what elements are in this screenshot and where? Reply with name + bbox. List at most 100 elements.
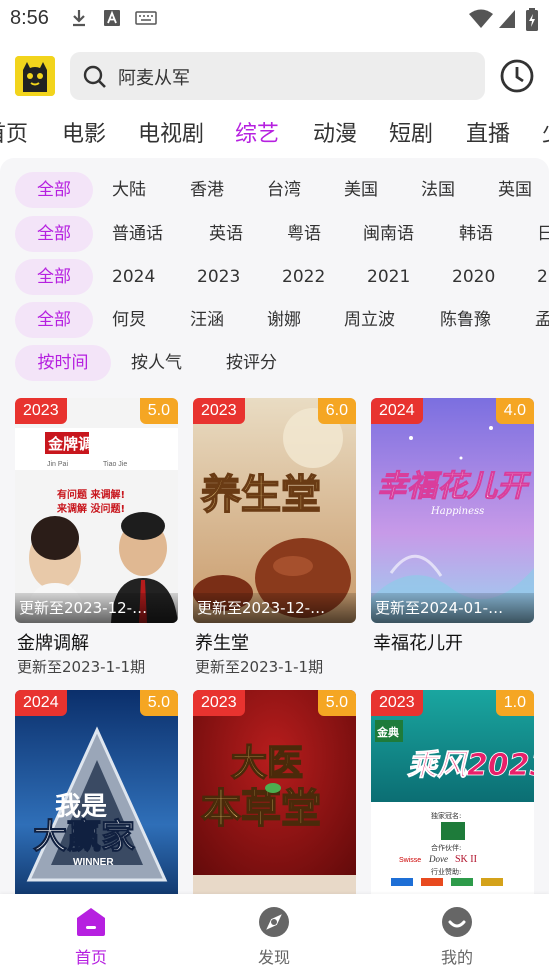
filter-language-item[interactable]: 粤语 [287,216,321,252]
filter-cast-item[interactable]: 何炅 [112,302,146,338]
filter-region-item[interactable]: 美国 [344,172,378,208]
filter-region-item[interactable]: 台湾 [267,172,301,208]
card-title: 金牌调解 [17,633,89,654]
nav-home[interactable]: 首页 [31,894,151,976]
poster-image[interactable]: 我是 大赢家 WINNER 2024 5.0 [15,690,178,894]
filter-row-sort: 按时间 按人气 按评分 [0,345,549,385]
filter-language-item[interactable]: 闽南语 [363,216,414,252]
poster-image[interactable]: 大医 本草堂 2023 5.0 [193,690,356,894]
search-input[interactable]: 阿麦从军 [70,52,485,100]
tab-short-drama[interactable]: 短剧 [389,116,433,148]
sort-by-time[interactable]: 按时间 [15,345,111,381]
filter-year-all[interactable]: 全部 [15,259,93,295]
filter-year-item[interactable]: 2022 [282,259,325,295]
poster-brand-art: 金典 [376,725,399,739]
filter-year-item[interactable]: 2 [537,259,548,295]
update-overlay: 更新至2023-12-… [193,593,356,623]
poster-art: 金牌调解 Jin Pai Tiao Jie 有问题 来调解! 来调解 没问题! [15,398,178,623]
filter-language-item[interactable]: 英语 [209,216,243,252]
sort-by-rating[interactable]: 按评分 [226,345,277,381]
filter-cast-item[interactable]: 陈鲁豫 [440,302,491,338]
poster-image[interactable]: 养生堂 2023 6.0 更新至2023-12-… [193,398,356,623]
poster-art: 我是 大赢家 WINNER [15,690,178,894]
nav-discover[interactable]: 发现 [214,894,334,976]
tab-anime[interactable]: 动漫 [313,116,357,148]
poster-title-art: 幸福花儿开 [377,469,532,504]
home-icon [77,908,105,936]
score-badge: 5.0 [139,690,178,716]
content-panel: 全部 大陆 香港 台湾 美国 法国 英国 日 全部 普通话 英语 粤语 闽南语 … [0,158,549,894]
filter-year-item[interactable]: 2024 [112,259,155,295]
card-title: 幸福花儿开 [373,633,463,654]
app-logo[interactable] [15,56,55,96]
poster-sponsor-sk: SK II [455,854,477,865]
bottom-nav: 首页 发现 我的 [0,894,549,976]
poster-subtitle-art: WINNER [73,857,114,868]
download-icon [73,10,85,27]
filter-region-item[interactable]: 大陆 [112,172,146,208]
filter-language-item[interactable]: 普通话 [112,216,163,252]
filter-region-all[interactable]: 全部 [15,172,93,208]
cat-logo-icon [15,56,55,96]
tab-movie[interactable]: 电影 [62,116,106,148]
poster-title-art: 本草堂 [201,785,321,832]
filter-language-item[interactable]: 日 [537,216,549,252]
poster-brand-red: 金牌调解 [47,435,108,453]
filter-row-cast: 全部 何炅 汪涵 谢娜 周立波 陈鲁豫 孟 [0,302,549,342]
filter-cast-item[interactable]: 谢娜 [267,302,301,338]
poster-title-art: 养生堂 [201,471,321,518]
nav-profile[interactable]: 我的 [397,894,517,976]
filter-cast-item[interactable]: 周立波 [344,302,395,338]
filter-language-all[interactable]: 全部 [15,216,93,252]
tab-live[interactable]: 直播 [466,116,510,148]
tab-more[interactable]: 少 [542,116,549,148]
poster-art: 金典 乘风2023 独家冠名: 合作伙伴: Swisse Dove SK II … [371,690,534,894]
tab-variety[interactable]: 综艺 [235,116,279,148]
poster-slogan2: 来调解 没问题! [56,502,125,515]
filter-year-item[interactable]: 2021 [367,259,410,295]
filter-cast-item[interactable]: 孟 [535,302,549,338]
history-icon[interactable] [498,57,536,95]
poster-art: 养生堂 [193,398,356,623]
poster-art: 幸福花儿开 Happiness [371,398,534,623]
poster-image[interactable]: 金典 乘风2023 独家冠名: 合作伙伴: Swisse Dove SK II … [371,690,534,894]
poster-brand-sub2: Tiao Jie [103,461,127,468]
poster-sponsor-dove: Dove [428,854,448,864]
poster-sponsor-label: 独家冠名: [431,811,461,820]
poster-art: 大医 本草堂 [193,690,356,894]
poster-title-art: 乘风2023 [407,748,534,783]
update-overlay: 更新至2024-01-… [371,593,534,623]
poster-slogan1: 有问题 来调解! [57,488,125,501]
filter-region-item[interactable]: 香港 [190,172,224,208]
filter-cast-all[interactable]: 全部 [15,302,93,338]
filter-row-region: 全部 大陆 香港 台湾 美国 法国 英国 日 [0,172,549,212]
keyboard-icon [135,11,157,25]
search-icon [83,65,106,88]
poster-image[interactable]: 幸福花儿开 Happiness 2024 4.0 更新至2024-01-… [371,398,534,623]
filter-cast-item[interactable]: 汪涵 [190,302,224,338]
tab-tv-series[interactable]: 电视剧 [138,116,204,148]
category-tabs: 首页 电影 电视剧 综艺 动漫 短剧 直播 少 [0,110,549,158]
filter-region-item[interactable]: 英国 [498,172,532,208]
card-subtitle: 更新至2023-1-1期 [17,658,146,676]
poster-image[interactable]: 金牌调解 Jin Pai Tiao Jie 有问题 来调解! 来调解 没问题! … [15,398,178,623]
filter-year-item[interactable]: 2020 [452,259,495,295]
poster-partner-label: 合作伙伴: [431,843,461,852]
card-subtitle: 更新至2023-1-1期 [195,658,324,676]
year-badge: 2024 [15,690,67,716]
tab-home[interactable]: 首页 [0,116,28,148]
nav-home-label: 首页 [74,948,107,967]
card-title: 养生堂 [195,633,249,654]
poster-title-art: 大赢家 [33,817,135,857]
filter-language-item[interactable]: 韩语 [459,216,493,252]
search-text: 阿麦从军 [118,68,190,89]
year-badge: 2023 [193,690,245,716]
filter-region-item[interactable]: 法国 [421,172,455,208]
filter-row-language: 全部 普通话 英语 粤语 闽南语 韩语 日 [0,216,549,256]
battery-icon [526,8,538,31]
filter-row-year: 全部 2024 2023 2022 2021 2020 2 [0,259,549,299]
smiley-icon [442,907,472,937]
sort-by-popularity[interactable]: 按人气 [131,345,182,381]
filter-year-item[interactable]: 2023 [197,259,240,295]
score-badge: 5.0 [317,690,356,716]
